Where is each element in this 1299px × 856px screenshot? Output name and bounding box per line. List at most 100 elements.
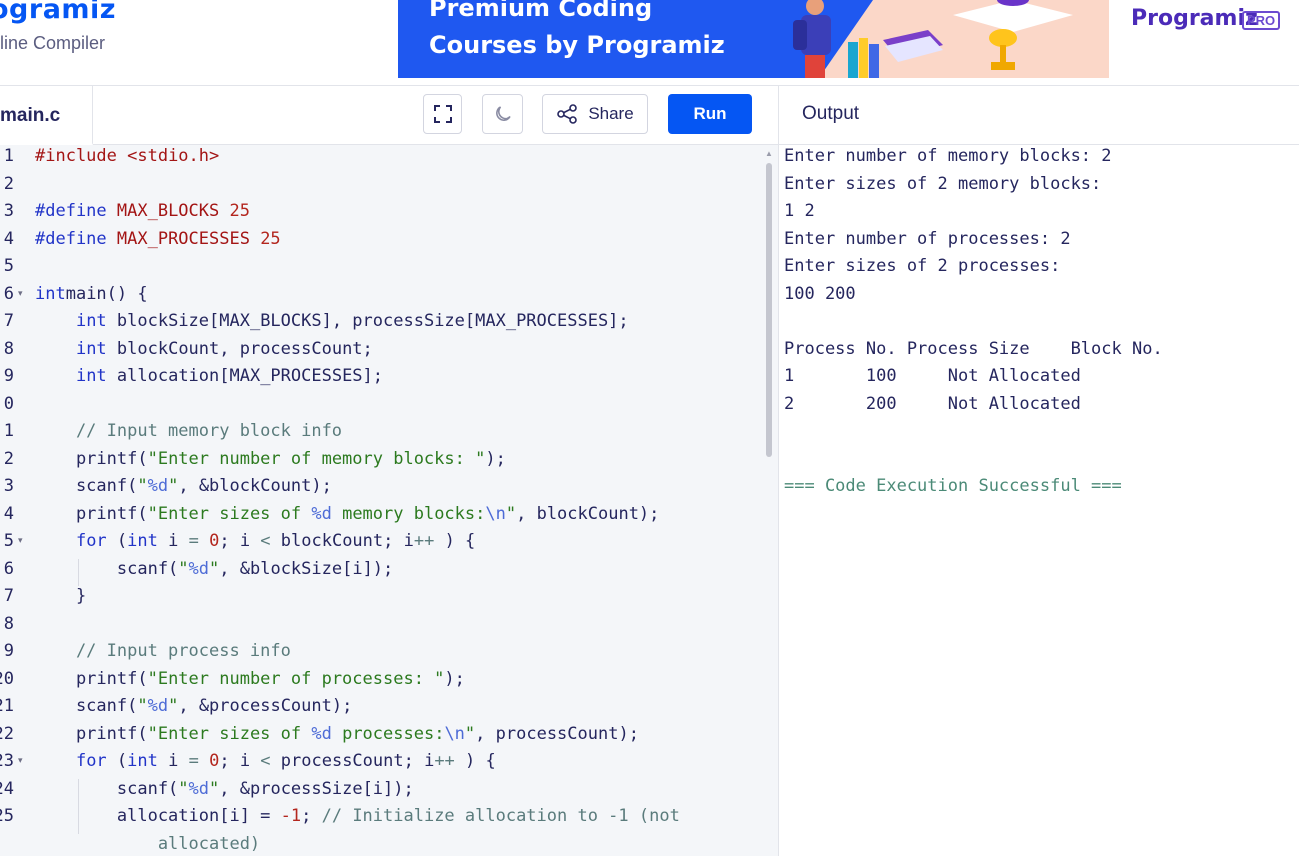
code-token: "Enter sizes of	[147, 503, 312, 524]
code-token: "	[137, 696, 148, 716]
code-line[interactable]: int blockSize[MAX_BLOCKS], processSize[M…	[35, 311, 629, 331]
line-number: 2	[3, 173, 14, 194]
code-token: =	[188, 531, 199, 551]
code-token: , &blockCount);	[178, 476, 332, 496]
file-tab-label: main.c	[0, 105, 61, 126]
code-token: ; i	[219, 531, 261, 551]
indent-guide	[78, 558, 79, 586]
line-number: 20	[0, 668, 14, 689]
code-line[interactable]: intmain() {	[35, 284, 148, 304]
promo-banner[interactable]: Premium Coding Courses by Programiz	[398, 0, 1109, 78]
line-number: 21	[0, 696, 14, 716]
code-line[interactable]: allocation[i] = -1; // Initialize alloca…	[35, 806, 680, 826]
code-token: -1	[280, 806, 302, 826]
fold-toggle-icon[interactable]: ▾	[18, 755, 23, 766]
code-token: =	[188, 751, 199, 771]
code-token: "	[178, 778, 189, 799]
code-line[interactable]: int blockCount, processCount;	[35, 339, 373, 359]
code-line[interactable]: }	[35, 586, 86, 606]
code-token: printf(	[35, 503, 148, 524]
theme-toggle-button[interactable]	[482, 94, 523, 134]
fold-toggle-icon[interactable]: ▾	[18, 288, 23, 299]
code-token: allocation[i] =	[35, 806, 281, 826]
code-token: <	[260, 531, 271, 551]
output-line: Enter sizes of 2 processes:	[784, 256, 1061, 276]
code-line[interactable]: for (int i = 0; i < processCount; i++ ) …	[35, 751, 496, 771]
code-token: ; i	[219, 751, 261, 771]
line-number: 22	[0, 723, 14, 744]
banner-text: Premium Coding Courses by Programiz	[429, 0, 725, 64]
code-token: "Enter number of memory blocks: "	[147, 448, 486, 469]
code-token: int	[35, 283, 66, 304]
code-token: ) {	[454, 751, 496, 771]
line-number: 25	[0, 806, 14, 826]
code-line[interactable]: // Input process info	[35, 641, 291, 661]
line-number: 24	[0, 778, 14, 799]
code-token: #include	[35, 146, 128, 166]
code-line[interactable]: scanf("%d", &processCount);	[35, 696, 352, 716]
execution-status: === Code Execution Successful ===	[784, 476, 1122, 496]
code-line[interactable]: scanf("%d", &processSize[i]);	[35, 779, 414, 799]
fold-toggle-icon[interactable]: ▾	[18, 535, 23, 546]
file-tab-main-c[interactable]: main.c	[0, 86, 93, 145]
editor-toolbar: main.c Share Run	[0, 86, 778, 145]
code-token: memory blocks:	[331, 503, 486, 524]
code-line[interactable]: printf("Enter sizes of %d processes:\n",…	[35, 724, 639, 744]
line-number: 6	[3, 558, 14, 579]
share-button[interactable]: Share	[542, 94, 648, 134]
code-token: (	[106, 751, 128, 771]
code-token: );	[444, 668, 465, 689]
scroll-up-icon[interactable]: ▲	[765, 149, 773, 158]
code-line[interactable]: #include <stdio.h>	[35, 146, 219, 166]
code-token: i	[157, 751, 189, 771]
programiz-pro-link[interactable]: Programiz PRO	[1131, 6, 1281, 31]
code-token: }	[35, 586, 87, 606]
run-button[interactable]: Run	[668, 94, 752, 134]
code-line[interactable]: printf("Enter number of memory blocks: "…	[35, 449, 506, 469]
code-line[interactable]: printf("Enter number of processes: ");	[35, 669, 465, 689]
banner-line-2: Courses by Programiz	[429, 31, 725, 59]
output-title: Output	[802, 103, 860, 124]
code-line[interactable]: scanf("%d", &blockSize[i]);	[35, 559, 393, 579]
code-line[interactable]: // Input memory block info	[35, 421, 342, 441]
code-token: "	[505, 503, 517, 524]
share-icon	[557, 104, 578, 124]
code-line[interactable]: printf("Enter sizes of %d memory blocks:…	[35, 504, 659, 524]
banner-illustration-svg	[793, 0, 1073, 78]
code-line[interactable]: scanf("%d", &blockCount);	[35, 476, 332, 496]
code-line[interactable]: int allocation[MAX_PROCESSES];	[35, 366, 383, 386]
code-token: , processCount);	[475, 723, 639, 744]
output-line: Enter sizes of 2 memory blocks:	[784, 173, 1102, 194]
output-line: Process No. Process Size Block No.	[784, 338, 1163, 359]
indent-guide	[78, 778, 79, 834]
share-label: Share	[588, 104, 634, 123]
fullscreen-button[interactable]	[423, 94, 462, 134]
editor-scrollbar-thumb[interactable]	[766, 163, 772, 457]
banner-line-1: Premium Coding	[429, 0, 653, 22]
code-token: #define	[35, 228, 117, 249]
output-line: 100 200	[784, 283, 856, 304]
line-number: 7	[3, 311, 14, 331]
line-number: 5	[3, 256, 14, 276]
pro-logo-text: Programiz	[1131, 6, 1258, 31]
code-token: int	[75, 366, 107, 386]
code-editor[interactable]: 1234567890123456789202122232425▾▾▾ #incl…	[0, 145, 778, 856]
code-token: int	[127, 751, 158, 771]
programiz-logo[interactable]: ogramiz	[0, 0, 116, 25]
code-line[interactable]: for (int i = 0; i < blockCount; i++ ) {	[35, 531, 475, 551]
code-token: , &processCount);	[178, 696, 353, 716]
code-token: scanf(	[35, 476, 138, 496]
output-panel: Enter number of memory blocks: 2 Enter si…	[778, 145, 1299, 856]
editor-scrollbar[interactable]: ▲	[765, 145, 773, 856]
code-line[interactable]: allocated)	[35, 834, 260, 854]
code-line[interactable]: #define MAX_PROCESSES 25	[35, 229, 281, 249]
fullscreen-icon	[433, 105, 452, 123]
line-number: 8	[3, 338, 14, 359]
code-line[interactable]: #define MAX_BLOCKS 25	[35, 201, 250, 221]
line-number: 2	[3, 448, 14, 469]
code-token: %d	[147, 476, 169, 496]
code-token: "	[168, 696, 179, 716]
